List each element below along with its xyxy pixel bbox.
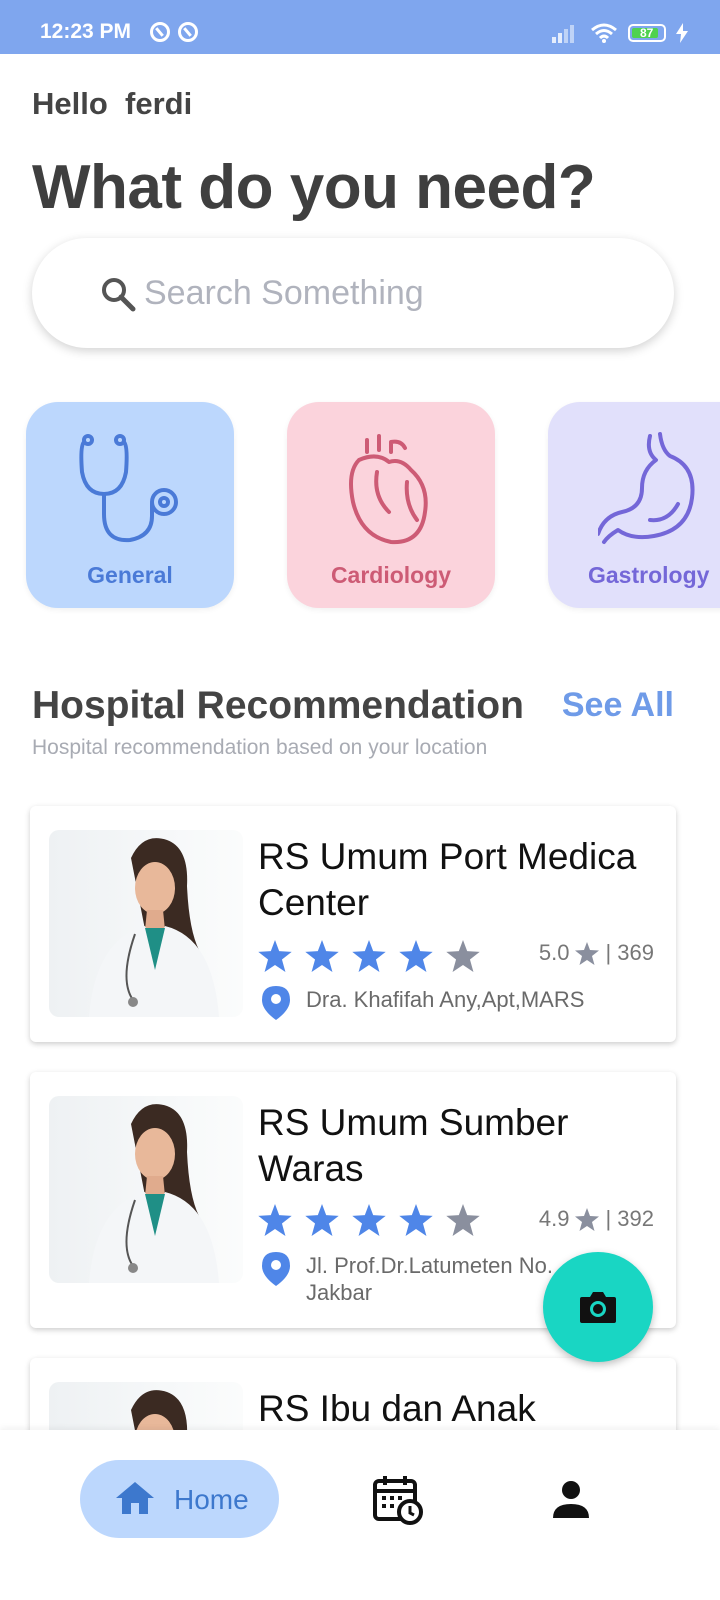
hospital-location: Dra. Khafifah Any,Apt,MARS: [262, 986, 646, 1020]
category-label: General: [87, 562, 173, 588]
hospital-name: RS Umum Sumber Waras: [258, 1102, 569, 1189]
category-carousel[interactable]: General Cardiology Gastrology: [0, 364, 720, 654]
camera-icon: [580, 1292, 616, 1323]
camera-fab-button[interactable]: [543, 1252, 653, 1362]
battery-icon: 87: [628, 24, 666, 42]
category-cardiology[interactable]: Cardiology: [287, 402, 495, 608]
section-subtitle: Hospital recommendation based on your lo…: [32, 736, 488, 759]
hospital-address: Dra. Khafifah Any,Apt,MARS: [306, 987, 585, 1012]
section-title: Hospital Recommendation: [32, 684, 524, 727]
heart-organ-icon: [349, 434, 428, 545]
search-bar[interactable]: [32, 238, 674, 348]
hospital-name: RS Umum Port Medica Center: [258, 836, 637, 923]
search-input[interactable]: [142, 264, 646, 322]
doctor-photo: [49, 1096, 243, 1283]
nav-schedule-button[interactable]: [372, 1474, 424, 1531]
hospital-location: Jl. Prof.Dr.Latumeten No. Jakbar: [262, 1252, 586, 1306]
star-icon: [575, 1207, 600, 1231]
location-pin-icon: [262, 986, 290, 1020]
hospital-card[interactable]: RS Umum Port Medica Center 5.0 | 369 Dra…: [30, 806, 676, 1042]
category-general[interactable]: General: [26, 402, 234, 608]
person-icon: [553, 1481, 589, 1518]
nav-home-label: Home: [174, 1484, 249, 1515]
star-icon: [305, 1204, 339, 1236]
home-icon: [116, 1482, 154, 1514]
star-icon: [352, 1204, 386, 1236]
hospital-name: RS Ibu dan Anak: [258, 1388, 536, 1429]
nav-profile-button[interactable]: [552, 1480, 590, 1523]
category-label: Gastrology: [588, 562, 710, 588]
greeting-text: Hello ferdi: [32, 86, 193, 121]
star-icon: [352, 940, 386, 972]
star-empty-icon: [446, 1204, 480, 1236]
stomach-icon: [598, 432, 695, 544]
rating-summary: 5.0 | 369: [539, 940, 654, 966]
charging-icon: [676, 23, 688, 43]
bottom-navigation: Home: [0, 1430, 720, 1600]
star-icon: [258, 1204, 292, 1236]
battery-level: 87: [640, 26, 654, 40]
review-count: | 392: [605, 1206, 654, 1231]
star-icon: [399, 1204, 433, 1236]
star-icon: [305, 940, 339, 972]
notification-icons: [150, 22, 198, 42]
nav-home-button[interactable]: Home: [80, 1460, 279, 1538]
review-count: | 369: [605, 940, 654, 965]
page-title: What do you need?: [32, 153, 596, 222]
status-right: 87: [552, 22, 688, 44]
location-pin-icon: [262, 1252, 290, 1286]
star-icon: [399, 940, 433, 972]
star-icon: [575, 941, 600, 965]
rating-value: 4.9: [538, 1206, 570, 1231]
see-all-link[interactable]: See All: [562, 686, 674, 725]
notification-icon: [178, 22, 198, 42]
star-empty-icon: [446, 940, 480, 972]
rating-value: 5.0: [538, 940, 570, 965]
signal-icon: [552, 25, 574, 43]
wifi-icon: [591, 23, 617, 43]
star-rating: [258, 1204, 480, 1236]
star-icon: [258, 940, 292, 972]
rating-summary: 4.9 | 392: [539, 1206, 654, 1232]
notification-icon: [150, 22, 170, 42]
stethoscope-icon: [79, 434, 178, 543]
calendar-clock-icon: [373, 1476, 423, 1525]
doctor-photo: [49, 830, 243, 1017]
search-icon: [102, 278, 136, 312]
category-label: Cardiology: [330, 562, 452, 588]
status-time: 12:23 PM: [40, 20, 132, 43]
category-gastrology[interactable]: Gastrology: [548, 402, 720, 608]
status-bar: 12:23 PM 87: [0, 0, 720, 54]
star-rating: [258, 940, 480, 972]
